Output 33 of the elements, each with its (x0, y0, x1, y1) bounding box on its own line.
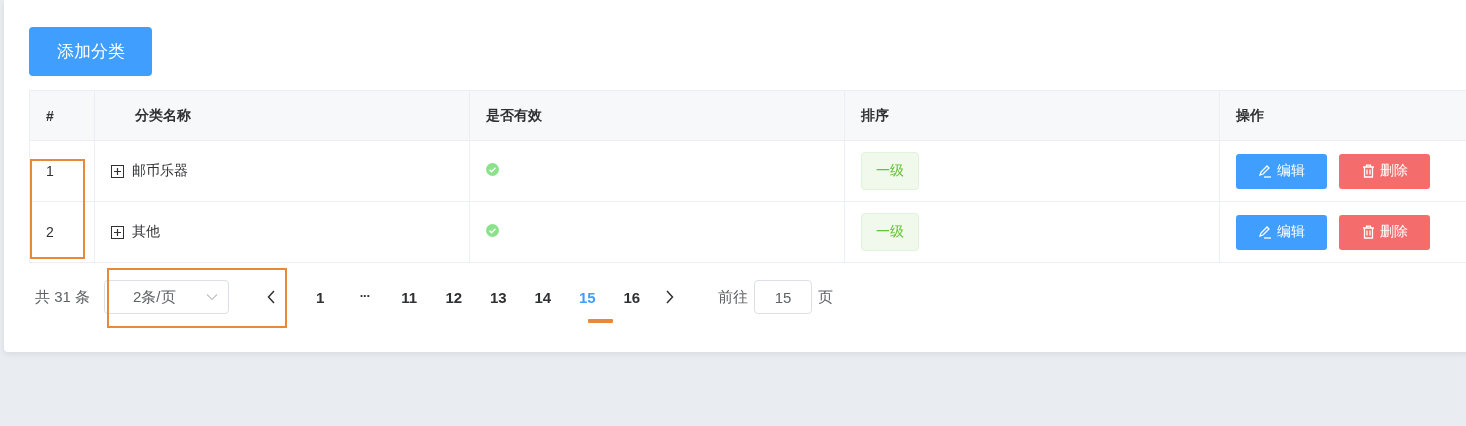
page-number[interactable]: 1 (298, 282, 343, 312)
expand-icon[interactable] (111, 164, 124, 178)
trash-icon (1361, 164, 1375, 178)
level-tag: 一级 (861, 152, 919, 190)
chevron-left-icon (267, 290, 276, 304)
column-header: 排序 (861, 106, 889, 123)
category-name: 邮币乐器 (132, 162, 188, 180)
more-pages-button[interactable]: ··· (342, 282, 388, 312)
page-size-select[interactable]: 2条/页 (104, 280, 230, 314)
pencil-icon (1258, 225, 1272, 239)
page-number[interactable]: 14 (520, 282, 566, 312)
column-header: 是否有效 (486, 106, 542, 123)
row-index: 1 (46, 163, 54, 179)
page-unit-label: 页 (818, 287, 834, 307)
page-number[interactable]: 16 (609, 282, 655, 312)
trash-icon (1361, 225, 1375, 239)
goto-label: 前往 (718, 287, 749, 307)
column-header: 分类名称 (135, 106, 191, 123)
page-jump-input[interactable]: 15 (754, 280, 813, 314)
category-name: 其他 (132, 223, 160, 241)
chevron-right-icon (666, 290, 675, 304)
page-number[interactable]: 12 (431, 282, 477, 312)
total-count: 共 31 条 (35, 287, 91, 307)
expand-icon[interactable] (111, 225, 124, 239)
pencil-icon (1258, 164, 1272, 178)
page-number[interactable]: 11 (387, 282, 432, 312)
column-header: # (46, 107, 54, 124)
chevron-down-icon (206, 293, 219, 301)
column-header: 操作 (1236, 106, 1264, 123)
underline-mark (588, 319, 613, 323)
row-index: 2 (46, 224, 54, 240)
page-number[interactable]: 13 (476, 282, 521, 312)
level-tag: 一级 (861, 213, 919, 251)
